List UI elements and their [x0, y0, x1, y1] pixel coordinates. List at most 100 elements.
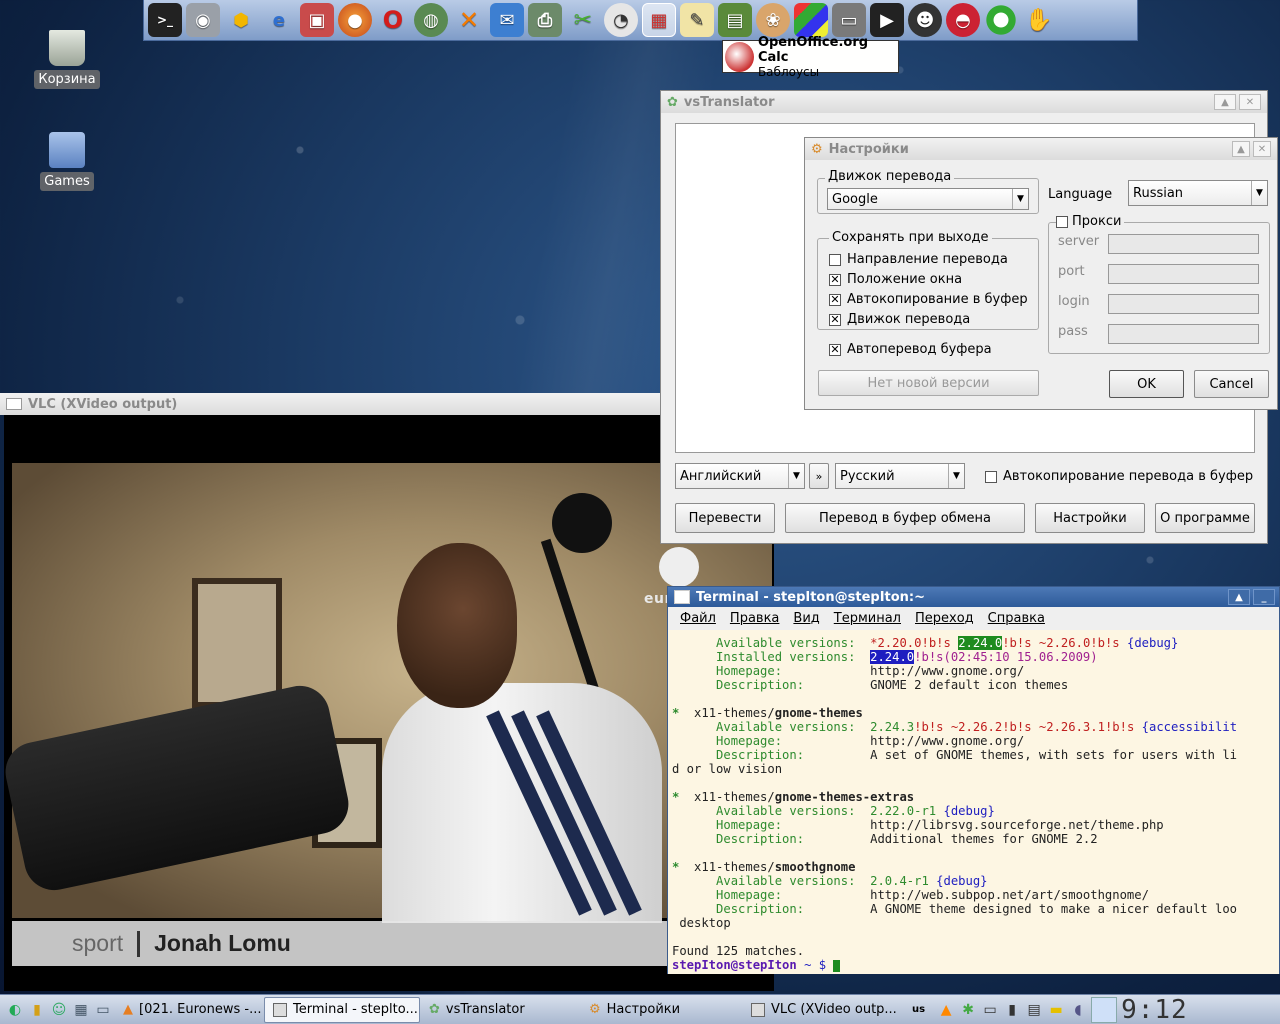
- vlc-video-output[interactable]: euronews sport Jonah Lomu: [4, 415, 774, 991]
- save-engine-checkbox[interactable]: ✕ Движок перевода: [829, 312, 970, 327]
- save-direction-checkbox[interactable]: Направление перевода: [829, 252, 1008, 267]
- calc-icon: [725, 41, 754, 72]
- port-input[interactable]: [1108, 264, 1259, 284]
- keyboard-layout[interactable]: us: [912, 1004, 925, 1015]
- calc-icon[interactable]: ▦: [642, 3, 676, 37]
- taskbar-item[interactable]: VLC (XVideo outp...: [742, 997, 902, 1023]
- login-input[interactable]: [1108, 294, 1259, 314]
- target-language-select[interactable]: Русский ▼: [835, 463, 965, 489]
- autocopy-label: Автокопирование перевода в буфер: [1003, 469, 1254, 484]
- desktop-icon-games[interactable]: Games: [32, 132, 102, 191]
- minimize-button[interactable]: _: [1253, 589, 1275, 605]
- checkbox-box: ✕: [829, 312, 841, 326]
- vlc-tray-icon[interactable]: ▲: [935, 999, 957, 1021]
- opera-icon[interactable]: O: [376, 3, 410, 37]
- terminal-line: Description: GNOME 2 default icon themes: [672, 678, 1069, 692]
- start-menu-icon[interactable]: ◐: [4, 999, 26, 1021]
- menu-view[interactable]: Вид: [793, 611, 819, 626]
- language-select[interactable]: Russian ▼: [1128, 180, 1268, 206]
- windows-icon[interactable]: [794, 3, 828, 37]
- terminal-icon[interactable]: >_: [148, 3, 182, 37]
- save-icon[interactable]: ▣: [300, 3, 334, 37]
- maximize-button[interactable]: ▲: [1228, 589, 1250, 605]
- chevron-down-icon: ▼: [948, 464, 964, 488]
- source-language-select[interactable]: Английский ▼: [675, 463, 805, 489]
- apps-icon[interactable]: ⬢: [224, 3, 258, 37]
- ok-button[interactable]: OK: [1109, 370, 1184, 398]
- proxy-label: Прокси: [1072, 214, 1122, 229]
- server-input[interactable]: [1108, 234, 1259, 254]
- clipboard-tray-icon[interactable]: ▬: [1045, 999, 1067, 1021]
- user-icon[interactable]: ☺: [48, 999, 70, 1021]
- save-position-checkbox[interactable]: ✕ Положение окна: [829, 272, 962, 287]
- proxy-checkbox[interactable]: Прокси: [1056, 214, 1125, 229]
- ie-icon[interactable]: e: [262, 3, 296, 37]
- firefox-icon[interactable]: ●: [338, 3, 372, 37]
- network-icon[interactable]: ◍: [414, 3, 448, 37]
- vlc-titlebar[interactable]: VLC (XVideo output): [0, 393, 662, 415]
- server-label: server: [1058, 234, 1100, 249]
- penguin-icon[interactable]: ☻: [908, 3, 942, 37]
- books-icon[interactable]: ▤: [718, 3, 752, 37]
- menu-help[interactable]: Справка: [988, 611, 1045, 626]
- menu-go[interactable]: Переход: [915, 611, 974, 626]
- screenshot-icon[interactable]: ◉: [186, 3, 220, 37]
- hand-icon[interactable]: ✋: [1022, 3, 1056, 37]
- translator-icon: ✿: [429, 1002, 440, 1017]
- messenger-icon[interactable]: ✉: [490, 3, 524, 37]
- translate-clipboard-button[interactable]: Перевод в буфер обмена: [785, 503, 1025, 533]
- show-desktop-icon[interactable]: ▭: [92, 999, 114, 1021]
- battery-tray-icon[interactable]: ▮: [1001, 999, 1023, 1021]
- terminal-output[interactable]: Available versions: *2.20.0!b!s 2.24.0!b…: [668, 630, 1279, 974]
- notes-tray-icon[interactable]: ▤: [1023, 999, 1045, 1021]
- lifering-icon[interactable]: [984, 3, 1018, 37]
- menu-terminal[interactable]: Терминал: [834, 611, 901, 626]
- volume-tray-icon[interactable]: ◖: [1067, 999, 1089, 1021]
- tools-icon[interactable]: ✂: [566, 3, 600, 37]
- autocopy-checkbox[interactable]: Автокопирование перевода в буфер: [985, 469, 1253, 484]
- home-folder-icon[interactable]: ▮: [26, 999, 48, 1021]
- printer-icon[interactable]: ⎙: [528, 3, 562, 37]
- cancel-button[interactable]: Cancel: [1194, 370, 1269, 398]
- engine-select[interactable]: Google ▼: [827, 188, 1029, 210]
- maximize-button[interactable]: ▲: [1214, 94, 1236, 110]
- chat-icon[interactable]: ✕: [452, 3, 486, 37]
- pass-input[interactable]: [1108, 324, 1259, 344]
- network-tray-icon[interactable]: ✱: [957, 999, 979, 1021]
- terminal-titlebar[interactable]: Terminal - stepIton@stepIton:~ ▲ _: [668, 587, 1279, 607]
- workspace-switcher-icon[interactable]: ▦: [70, 999, 92, 1021]
- settings-button[interactable]: Настройки: [1035, 503, 1145, 533]
- taskbar-item[interactable]: ▲ [021. Euronews -...: [114, 997, 264, 1023]
- terminal-line: Description: Additional themes for GNOME…: [672, 832, 1098, 846]
- settings-titlebar[interactable]: ⚙ Настройки ▲ ✕: [805, 138, 1277, 160]
- menu-edit[interactable]: Правка: [730, 611, 779, 626]
- display-tray-icon[interactable]: ▭: [979, 999, 1001, 1021]
- menu-file[interactable]: Файл: [680, 611, 716, 626]
- checkbox-box: ✕: [829, 272, 841, 286]
- pass-label: pass: [1058, 324, 1088, 339]
- clock-icon[interactable]: ◔: [604, 3, 638, 37]
- language-label: Language: [1048, 187, 1113, 202]
- editor-icon[interactable]: ✎: [680, 3, 714, 37]
- about-button[interactable]: О программе: [1155, 503, 1255, 533]
- check-update-button[interactable]: Нет новой версии: [818, 370, 1039, 396]
- taskbar-item[interactable]: ✿ vsTranslator: [420, 997, 580, 1023]
- paint-icon[interactable]: ❀: [756, 3, 790, 37]
- video-icon[interactable]: ▶: [870, 3, 904, 37]
- save-autocopy-checkbox[interactable]: ✕ Автокопирование в буфер: [829, 292, 1028, 307]
- toaster-icon[interactable]: ◓: [946, 3, 980, 37]
- swap-languages-button[interactable]: »: [809, 463, 829, 489]
- translate-button[interactable]: Перевести: [675, 503, 775, 533]
- drive-icon[interactable]: ▭: [832, 3, 866, 37]
- maximize-button[interactable]: ▲: [1232, 141, 1250, 157]
- close-button[interactable]: ✕: [1253, 141, 1271, 157]
- window-icon: [6, 398, 22, 410]
- desktop-icon-label: Games: [40, 172, 94, 191]
- desktop-icon-trash[interactable]: Корзина: [32, 30, 102, 89]
- taskbar-item-active[interactable]: Terminal - steplto...: [264, 996, 420, 1023]
- taskbar-item[interactable]: ⚙ Настройки: [580, 997, 742, 1023]
- clock[interactable]: 9:12: [1121, 995, 1188, 1024]
- vstranslator-titlebar[interactable]: ✿ vsTranslator ▲ ✕: [661, 91, 1267, 113]
- auto-translate-checkbox[interactable]: ✕ Автоперевод буфера: [829, 342, 992, 357]
- close-button[interactable]: ✕: [1239, 94, 1261, 110]
